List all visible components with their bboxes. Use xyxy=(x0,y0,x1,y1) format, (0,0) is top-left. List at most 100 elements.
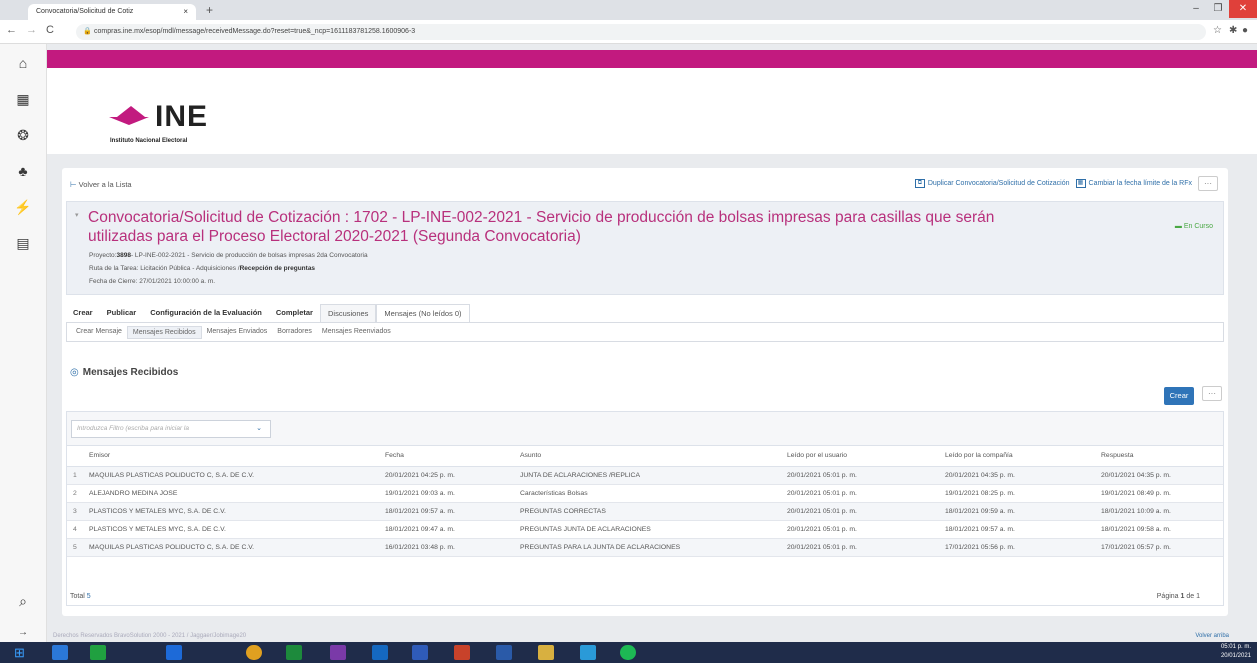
messages-table: Introduzca Filtro (escriba para iniciar … xyxy=(66,411,1224,606)
tab-publicar[interactable]: Publicar xyxy=(100,304,144,322)
back-to-list-link[interactable]: ⊢ Volver a la Lista xyxy=(70,180,132,189)
clock-date: 20/01/2021 xyxy=(1220,653,1251,659)
table-header-row: Emisor Fecha Asunto Leído por el usuario… xyxy=(67,446,1223,467)
cell-asunto[interactable]: PREGUNTAS JUNTA DE ACLARACIONES xyxy=(520,520,787,539)
profile-icon[interactable]: ● xyxy=(1242,25,1248,36)
documents-icon[interactable]: ▤ xyxy=(14,234,32,252)
col-leido-compania[interactable]: Leído por la compañía xyxy=(945,446,1101,467)
browser-icon[interactable] xyxy=(580,645,596,660)
duplicate-button[interactable]: ⧉ Duplicar Convocatoria/Solicitud de Cot… xyxy=(914,179,1070,188)
powerpoint-icon[interactable] xyxy=(454,645,470,660)
cell-asunto[interactable]: PREGUNTAS CORRECTAS xyxy=(520,502,787,521)
system-clock[interactable]: 05:01 p. m. 20/01/2021 xyxy=(1221,643,1251,661)
outlook-app-icon[interactable] xyxy=(372,645,388,660)
duplicate-label: Duplicar Convocatoria/Solicitud de Cotiz… xyxy=(927,180,1070,187)
col-fecha[interactable]: Fecha xyxy=(385,446,520,467)
filter-row: Introduzca Filtro (escriba para iniciar … xyxy=(67,412,1223,446)
brand-bar xyxy=(47,50,1257,68)
tab-completar[interactable]: Completar xyxy=(269,304,320,322)
route-label: Ruta de la Tarea: Licitación Pública - A… xyxy=(89,265,240,272)
col-emisor[interactable]: Emisor xyxy=(89,446,385,467)
more-options-button[interactable]: ··· xyxy=(1202,386,1222,401)
subtab-borradores[interactable]: Borradores xyxy=(272,326,317,339)
inbox-icon: ◎ xyxy=(70,367,79,378)
subtab-recibidos[interactable]: Mensajes Recibidos xyxy=(126,326,202,339)
restore-icon[interactable]: ❐ xyxy=(1207,0,1229,18)
reload-icon[interactable]: C xyxy=(46,24,54,36)
cell-asunto[interactable]: PREGUNTAS PARA LA JUNTA DE ACLARACIONES xyxy=(520,538,787,557)
filter-input[interactable]: Introduzca Filtro (escriba para iniciar … xyxy=(71,420,271,438)
cell-emisor[interactable]: PLASTICOS Y METALES MYC, S.A. DE C.V. xyxy=(89,502,385,521)
page-number[interactable]: 1 xyxy=(1181,593,1185,600)
new-tab-button[interactable]: + xyxy=(206,3,213,17)
windows-start-icon[interactable]: ⊞ xyxy=(14,645,30,660)
total-label: Total xyxy=(70,593,85,600)
table-row[interactable]: 2 ALEJANDRO MEDINA JOSE 19/01/2021 09:03… xyxy=(67,484,1223,503)
app-icon[interactable] xyxy=(90,645,106,660)
table-row[interactable]: 5 MAQUILAS PLASTICAS POLIDUCTO C, S.A. D… xyxy=(67,538,1223,557)
cell-asunto[interactable]: Características Bolsas xyxy=(520,484,787,503)
col-asunto[interactable]: Asunto xyxy=(520,446,787,467)
cell-emisor[interactable]: PLASTICOS Y METALES MYC, S.A. DE C.V. xyxy=(89,520,385,539)
ine-logo-icon-base xyxy=(109,117,149,125)
chrome-icon[interactable] xyxy=(246,645,262,660)
window-close-icon[interactable]: ✕ xyxy=(1229,0,1257,18)
browser-toolbar: ← → C 🔒 compras.ine.mx/esop/mdl/message/… xyxy=(0,20,1257,44)
expand-icon[interactable]: → xyxy=(14,624,32,642)
cell-fecha: 19/01/2021 09:03 a. m. xyxy=(385,484,520,503)
table-row[interactable]: 3 PLASTICOS Y METALES MYC, S.A. DE C.V. … xyxy=(67,502,1223,521)
home-icon[interactable]: ⌂ xyxy=(14,54,32,72)
collapse-icon[interactable]: ▾ xyxy=(75,211,79,219)
cell-emisor[interactable]: MAQUILAS PLASTICAS POLIDUCTO C, S.A. DE … xyxy=(89,466,385,485)
clock-time: 05:01 p. m. xyxy=(1220,644,1251,650)
cell-emisor[interactable]: MAQUILAS PLASTICAS POLIDUCTO C, S.A. DE … xyxy=(89,538,385,557)
cell-leido-compania: 17/01/2021 05:56 p. m. xyxy=(945,538,1101,557)
cell-asunto[interactable]: JUNTA DE ACLARACIONES /REPLICA xyxy=(520,466,787,485)
more-actions-button[interactable]: ··· xyxy=(1198,176,1218,191)
excel-icon[interactable] xyxy=(286,645,302,660)
chevron-down-icon[interactable]: ⌄ xyxy=(256,421,262,437)
tab-crear[interactable]: Crear xyxy=(66,304,100,322)
footer-copyright: Derechos Reservados BravoSolution 2000 -… xyxy=(53,633,247,639)
tab-close-icon[interactable]: × xyxy=(183,4,188,20)
suppliers-icon[interactable]: ♣ xyxy=(14,162,32,180)
subtab-reenviados[interactable]: Mensajes Reenviados xyxy=(317,326,396,339)
browser-tab[interactable]: Convocatoria/Solicitud de Cotiz × xyxy=(28,4,196,20)
outlook-icon[interactable] xyxy=(166,645,182,660)
minimize-icon[interactable]: – xyxy=(1185,0,1207,18)
create-message-button[interactable]: Crear xyxy=(1164,387,1194,405)
logo-text: INE xyxy=(155,100,209,133)
table-row[interactable]: 1 MAQUILAS PLASTICAS POLIDUCTO C, S.A. D… xyxy=(67,466,1223,485)
visio-icon[interactable] xyxy=(412,645,428,660)
subtab-enviados[interactable]: Mensajes Enviados xyxy=(202,326,273,339)
subtab-crear-mensaje[interactable]: Crear Mensaje xyxy=(71,326,127,339)
table-row[interactable]: 4 PLASTICOS Y METALES MYC, S.A. DE C.V. … xyxy=(67,520,1223,539)
address-bar[interactable]: 🔒 compras.ine.mx/esop/mdl/message/receiv… xyxy=(76,24,1206,40)
edge-icon[interactable] xyxy=(52,645,68,660)
back-arrow-icon[interactable]: ← xyxy=(6,24,17,36)
onenote-icon[interactable] xyxy=(330,645,346,660)
word-icon[interactable] xyxy=(496,645,512,660)
project-label: Proyecto: xyxy=(89,252,117,259)
bookmark-star-icon[interactable]: ☆ xyxy=(1213,25,1222,36)
spotify-icon[interactable] xyxy=(620,645,636,660)
change-date-button[interactable]: ▦ Cambiar la fecha límite de la RFx xyxy=(1075,179,1192,188)
browser-tab-title: Convocatoria/Solicitud de Cotiz xyxy=(36,8,134,15)
cell-respuesta: 19/01/2021 08:49 p. m. xyxy=(1101,484,1223,503)
forward-arrow-icon[interactable]: → xyxy=(26,24,37,36)
sourcing-icon[interactable]: ❂ xyxy=(14,126,32,144)
cell-leido-compania: 19/01/2021 08:25 p. m. xyxy=(945,484,1101,503)
dashboard-icon[interactable]: ▦ xyxy=(14,90,32,108)
search-icon[interactable]: ⌕ xyxy=(14,592,32,610)
tab-mensajes[interactable]: Mensajes (No leídos 0) xyxy=(376,304,470,322)
tab-configuracion[interactable]: Configuración de la Evaluación xyxy=(143,304,269,322)
file-explorer-icon[interactable] xyxy=(538,645,554,660)
extensions-icon[interactable]: ✱ xyxy=(1229,25,1237,36)
col-leido-usuario[interactable]: Leído por el usuario xyxy=(787,446,945,467)
cell-emisor[interactable]: ALEJANDRO MEDINA JOSE xyxy=(89,484,385,503)
tab-discusiones[interactable]: Discusiones xyxy=(319,304,377,322)
col-respuesta[interactable]: Respuesta xyxy=(1101,446,1223,467)
task-route: Ruta de la Tarea: Licitación Pública - A… xyxy=(89,265,315,272)
analytics-icon[interactable]: ⚡ xyxy=(14,198,32,216)
back-to-top-link[interactable]: Volver arriba xyxy=(1195,633,1229,639)
